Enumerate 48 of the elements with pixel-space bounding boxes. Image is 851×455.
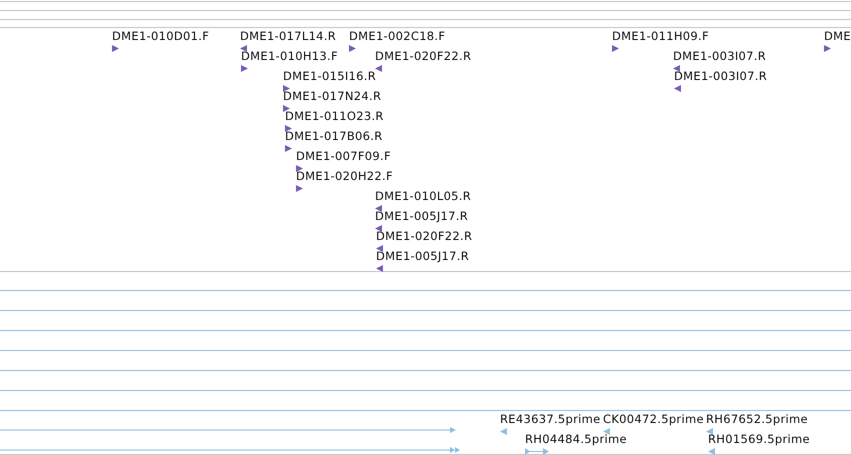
feature-label: DME1-020F22.R <box>375 49 472 63</box>
feature-label: RH67652.5prime <box>706 412 808 426</box>
forward-arrow-icon <box>241 65 248 72</box>
forward-arrow-icon <box>349 45 356 52</box>
feature-label: DME1-003I07.R <box>674 69 768 83</box>
reverse-arrow-icon <box>708 448 715 455</box>
feature-label: DME <box>824 29 851 43</box>
feature-label: DME1-020F22.R <box>376 229 472 243</box>
reverse-arrow-icon <box>706 428 713 435</box>
feature-label: RH01569.5prime <box>708 432 810 446</box>
feature-label: DME1-017N24.R <box>283 89 382 103</box>
feature-label: DME1-011O23.R <box>285 109 384 123</box>
feature-label: DME1-007F09.F <box>296 149 391 163</box>
forward-arrow-icon <box>112 45 119 52</box>
feature-label: DME1-017B06.R <box>285 129 383 143</box>
feature-label: RH04484.5prime <box>525 432 627 446</box>
reverse-arrow-icon <box>674 85 681 92</box>
reverse-arrow-icon <box>603 428 610 435</box>
reverse-arrow-icon <box>375 205 382 212</box>
forward-arrow-icon <box>525 448 549 455</box>
feature-label: DME1-020H22.F <box>296 169 393 183</box>
feature-label: DME1-003I07.R <box>673 49 766 63</box>
forward-arrow-icon <box>824 45 831 52</box>
feature-label: CK00472.5prime <box>603 412 704 426</box>
reverse-arrow-icon <box>500 428 507 435</box>
reverse-arrow-icon <box>240 45 247 52</box>
reverse-arrow-icon <box>375 225 382 232</box>
forward-arrow-icon <box>296 185 303 192</box>
reverse-arrow-icon <box>376 265 383 272</box>
reverse-arrow-icon <box>375 65 382 72</box>
feature-label: DME1-010D01.F <box>112 29 210 43</box>
feature-label: DME1-005J17.R <box>375 209 468 223</box>
feature-label: DME1-002C18.F <box>349 29 446 43</box>
reverse-arrow-icon <box>673 65 680 72</box>
forward-arrow-icon <box>285 145 292 152</box>
feature-label: DME1-005J17.R <box>376 249 470 263</box>
forward-arrow-icon <box>283 85 290 92</box>
feature-label: DME1-015I16.R <box>283 69 376 83</box>
feature-label: DME1-017L14.R <box>240 29 336 43</box>
forward-arrow-icon <box>285 125 292 132</box>
feature-label: DME1-010H13.F <box>241 49 338 63</box>
forward-arrow-icon <box>612 45 619 52</box>
forward-arrow-icon <box>283 105 290 112</box>
feature-label: DME1-011H09.F <box>612 29 709 43</box>
reverse-arrow-icon <box>376 245 383 252</box>
feature-label: RE43637.5prime <box>500 412 601 426</box>
forward-arrow-icon <box>296 165 303 172</box>
feature-label: DME1-010L05.R <box>375 189 472 203</box>
